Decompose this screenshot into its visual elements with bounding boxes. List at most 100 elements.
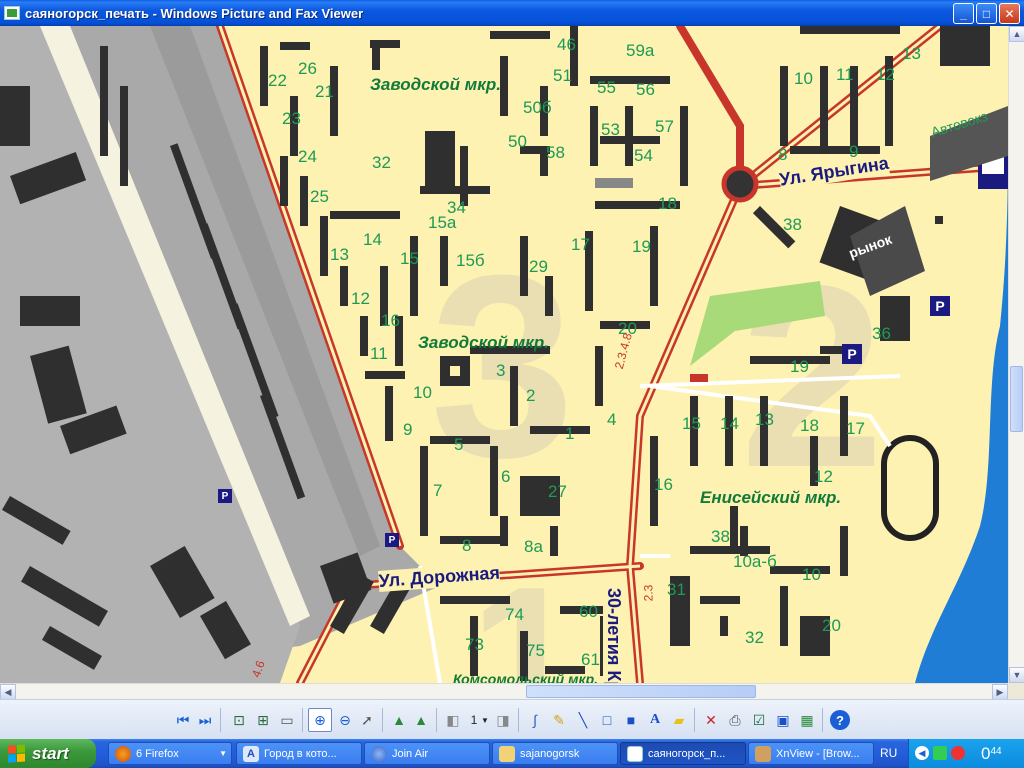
building-number: 75 xyxy=(526,641,545,660)
firefox-icon xyxy=(115,745,131,762)
scroll-up-button[interactable]: ▲ xyxy=(1009,26,1024,42)
rectangle-tool-icon[interactable]: □ xyxy=(598,710,616,730)
picture-viewer-icon xyxy=(4,6,20,20)
viewer-toolbar: ⏮ ⏭ ⊡ ⊞ ▭ ⊕ ⊖ ➚ ▲ ▲ ◧ 1 ▼ ◨ ∫ ✎ ╲ □ ■ A … xyxy=(0,699,1024,739)
building-number: 57 xyxy=(655,117,674,136)
building-number: 18 xyxy=(658,194,677,213)
building-number: 10 xyxy=(413,383,432,402)
building-number: 50 xyxy=(508,132,527,151)
copy-to-icon[interactable]: ☑ xyxy=(750,710,768,730)
task-label: Город в кото... xyxy=(264,747,337,760)
building-number: 32 xyxy=(745,628,764,647)
edit-image-icon[interactable]: ▦ xyxy=(798,710,816,730)
previous-page-icon[interactable]: ◧ xyxy=(446,710,460,730)
taskbar-item-join-air[interactable]: Join Air xyxy=(364,742,490,765)
scroll-right-button[interactable]: ▶ xyxy=(992,684,1008,700)
line-tool-icon[interactable]: ╲ xyxy=(574,710,592,730)
building-number: 15а xyxy=(428,213,457,232)
task-label: sajanogorsk xyxy=(520,747,580,760)
building-number: 58 xyxy=(546,143,565,162)
building-number: 20 xyxy=(822,616,841,635)
road-mark-2: 2.3 xyxy=(641,584,656,602)
building-number: 1 xyxy=(565,424,575,443)
browser-icon: A xyxy=(243,745,259,762)
building-number: 17 xyxy=(571,235,590,254)
building-number: 26 xyxy=(298,59,317,78)
building-number: 46 xyxy=(557,35,576,54)
zoom-in-icon[interactable]: ⊕ xyxy=(308,708,332,732)
building-number: 19 xyxy=(632,237,651,256)
scrollbar-corner xyxy=(1008,683,1024,699)
taskbar-item-firefox[interactable]: 6 Firefox ▼ xyxy=(108,742,232,765)
window-title: саяногорск_печать - Windows Picture and … xyxy=(25,5,364,21)
windows-logo-icon xyxy=(8,743,26,763)
building-number: 8 xyxy=(778,145,788,164)
text-tool-icon[interactable]: A xyxy=(646,710,664,730)
building-number: 16 xyxy=(381,311,400,330)
horizontal-scroll-thumb[interactable] xyxy=(526,685,756,698)
building-number: 8 xyxy=(462,536,472,555)
building-number: 55 xyxy=(597,78,616,97)
building-number: 23 xyxy=(282,109,301,128)
tray-expand-icon[interactable]: ◀ xyxy=(915,746,929,760)
task-label: саяногорск_п... xyxy=(648,747,726,760)
best-fit-icon[interactable]: ⊡ xyxy=(230,710,248,730)
building-number: 36 xyxy=(872,324,891,343)
chevron-down-icon: ▼ xyxy=(219,749,227,758)
page-dropdown-icon[interactable]: ▼ xyxy=(480,710,490,730)
taskbar-item-folder[interactable]: sajanogorsk xyxy=(492,742,618,765)
freehand-icon[interactable]: ∫ xyxy=(526,710,544,730)
filled-rectangle-icon[interactable]: ■ xyxy=(622,710,640,730)
next-page-icon[interactable]: ◨ xyxy=(496,710,510,730)
scroll-down-button[interactable]: ▼ xyxy=(1009,667,1024,683)
note-icon[interactable]: ▰ xyxy=(670,710,688,730)
title-bar[interactable]: саяногорск_печать - Windows Picture and … xyxy=(0,0,1024,26)
help-icon[interactable]: ? xyxy=(830,710,850,730)
actual-size-icon[interactable]: ⊞ xyxy=(254,710,272,730)
building-number: 32 xyxy=(372,153,391,172)
task-label: Join Air xyxy=(392,747,429,760)
taskbar-item-xnview[interactable]: XnView - [Brow... xyxy=(748,742,874,765)
vertical-scrollbar[interactable]: ▲ ▼ xyxy=(1008,26,1024,683)
print-icon[interactable]: ⎙ xyxy=(726,710,744,730)
system-tray: ◀ 044 xyxy=(908,739,1024,768)
street-label: 30-летия Красн xyxy=(603,588,624,683)
taskbar-item-picture-viewer[interactable]: саяногорск_п... xyxy=(620,742,746,765)
slideshow-icon[interactable]: ▭ xyxy=(278,710,296,730)
xnview-icon xyxy=(755,745,771,762)
network-icon[interactable] xyxy=(933,746,947,760)
building-number: 4 xyxy=(607,410,617,429)
close-button[interactable]: ✕ xyxy=(999,3,1020,24)
rotate-counterclockwise-icon[interactable]: ▲ xyxy=(412,710,430,730)
minimize-button[interactable]: _ xyxy=(953,3,974,24)
highlighter-icon[interactable]: ✎ xyxy=(550,710,568,730)
horizontal-scrollbar[interactable]: ◀ ▶ xyxy=(0,683,1008,700)
start-button[interactable]: start xyxy=(0,739,96,768)
parking-sign-4: P xyxy=(385,533,399,547)
next-image-icon[interactable]: ⏭ xyxy=(196,710,214,730)
rotate-clockwise-icon[interactable]: ▲ xyxy=(390,710,408,730)
microdistrict-label: Комсомольский мкр. xyxy=(453,671,599,683)
image-viewport[interactable]: 3 2 1 26 22 21 23 24 25 32 13 14 15 12 1… xyxy=(0,26,1008,683)
pointer-icon[interactable]: ➚ xyxy=(358,710,376,730)
clock-minutes: 44 xyxy=(990,746,1002,757)
building-number: 31 xyxy=(667,580,686,599)
taskbar-item-browser[interactable]: A Город в кото... xyxy=(236,742,362,765)
scroll-left-button[interactable]: ◀ xyxy=(0,684,16,700)
save-icon[interactable]: ▣ xyxy=(774,710,792,730)
vertical-scroll-thumb[interactable] xyxy=(1010,366,1023,432)
building-number: 27 xyxy=(548,482,567,501)
delete-icon[interactable]: ✕ xyxy=(702,710,720,730)
building-number: 11 xyxy=(836,65,854,84)
previous-image-icon[interactable]: ⏮ xyxy=(174,710,192,730)
building-number: 15б xyxy=(456,251,485,270)
maximize-button[interactable]: □ xyxy=(976,3,997,24)
building-number: 25 xyxy=(310,187,329,206)
start-label: start xyxy=(32,743,69,763)
language-indicator[interactable]: RU xyxy=(880,746,897,760)
building-number: 16 xyxy=(654,475,673,494)
antivirus-icon[interactable] xyxy=(951,746,965,760)
building-number: 24 xyxy=(298,147,317,166)
zoom-out-icon[interactable]: ⊖ xyxy=(336,710,354,730)
clock[interactable]: 044 xyxy=(981,744,1002,764)
